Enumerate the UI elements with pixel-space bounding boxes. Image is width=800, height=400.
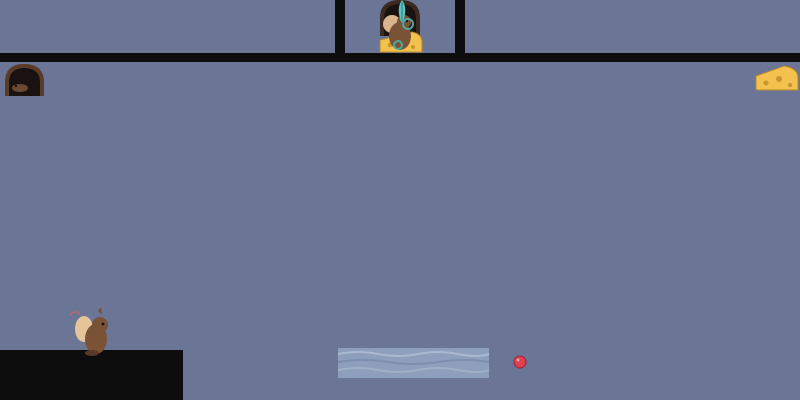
ground-platform <box>0 350 183 400</box>
ceiling-platform <box>0 53 800 62</box>
mouse-hole-left <box>4 64 45 96</box>
player-mouse[interactable] <box>68 305 112 357</box>
feather-icon <box>398 0 406 24</box>
water-pool <box>338 348 489 378</box>
game-scene <box>0 0 800 400</box>
mouse-icon <box>69 307 108 356</box>
red-button-icon <box>513 355 527 369</box>
chamber-left-wall <box>335 0 345 60</box>
water-icon <box>338 348 489 378</box>
mouse-hole-icon <box>5 64 44 96</box>
chamber-right-wall <box>455 0 465 60</box>
cheese-right[interactable] <box>754 64 800 92</box>
cheese-icon <box>755 65 799 91</box>
red-button[interactable] <box>513 355 527 369</box>
feather[interactable] <box>396 0 408 24</box>
